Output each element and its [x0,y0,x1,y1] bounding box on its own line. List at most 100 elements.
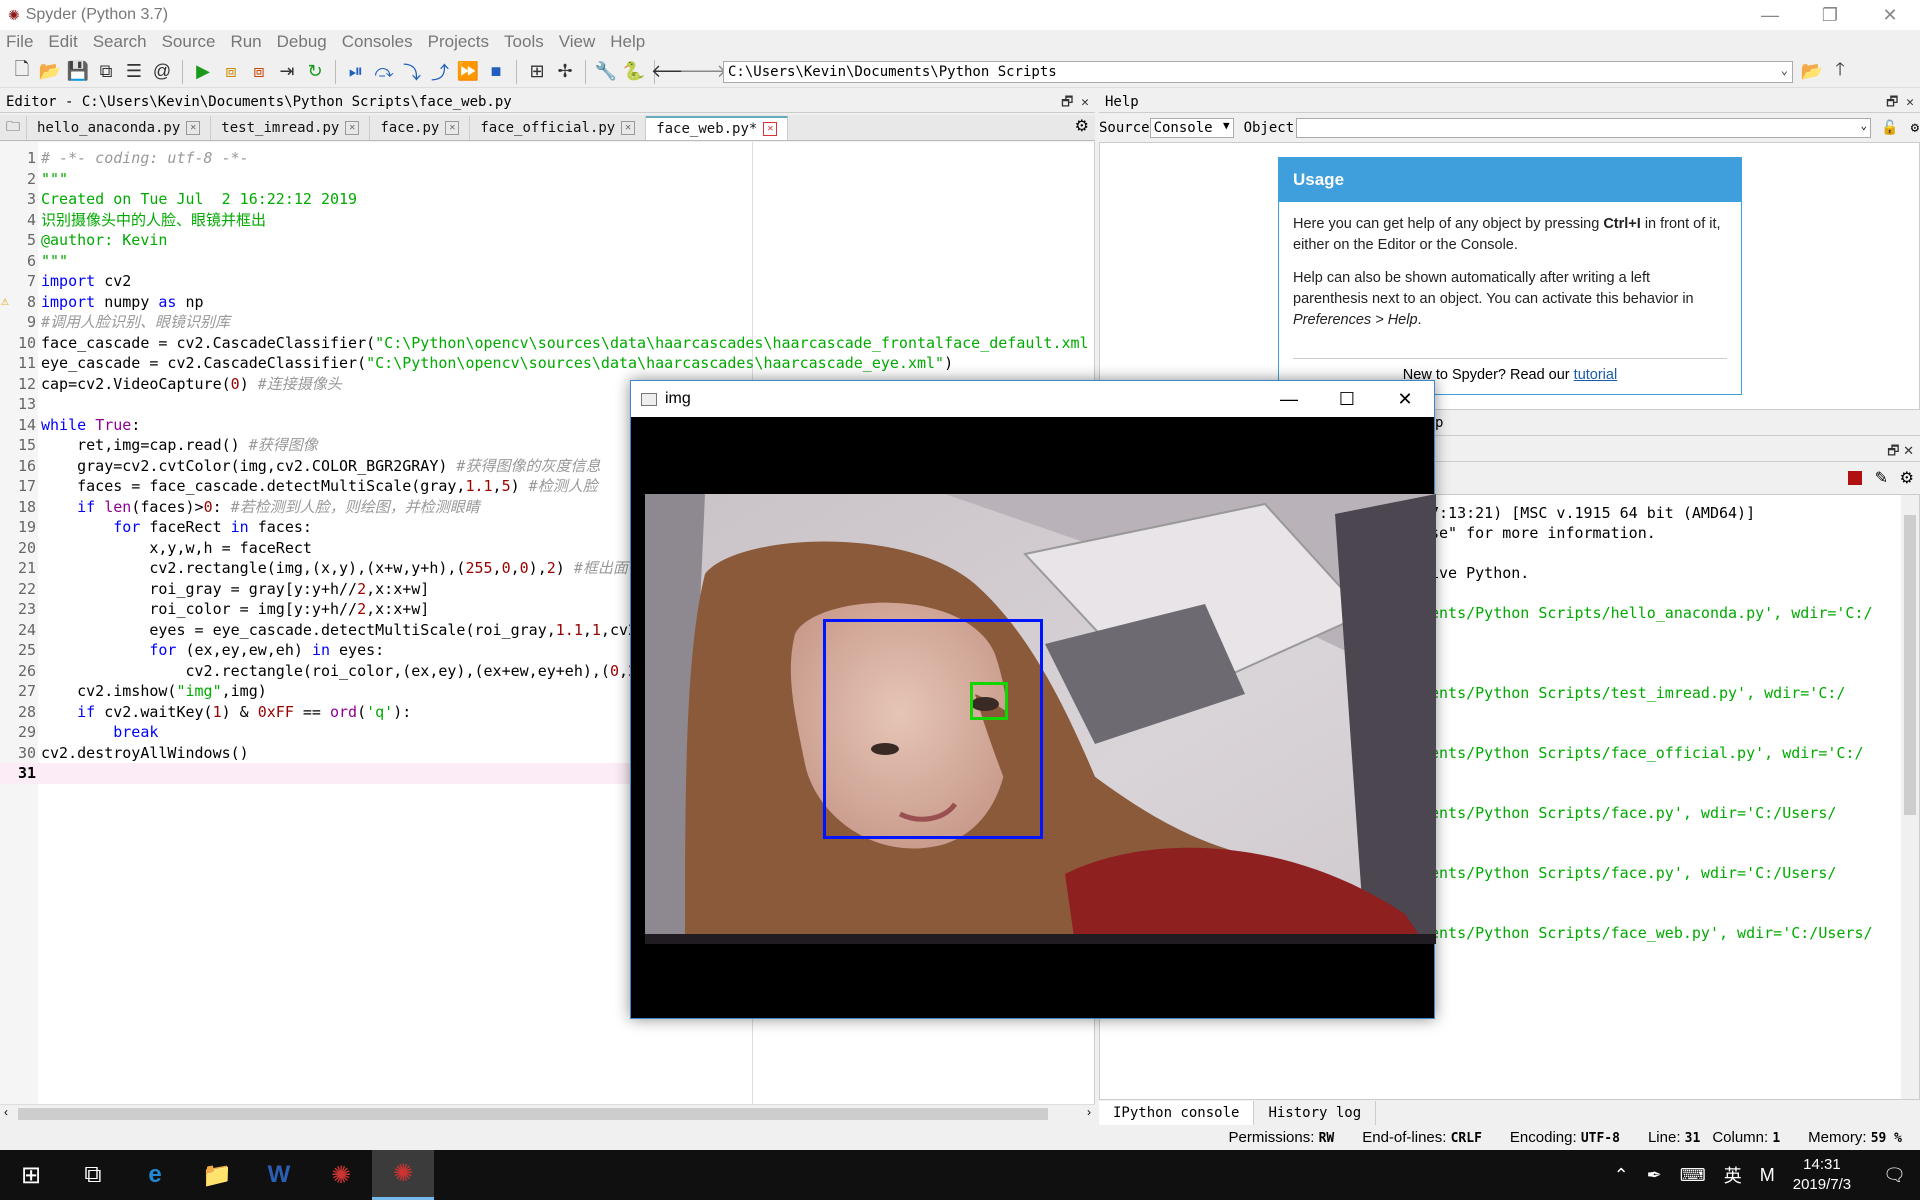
scrollbar-thumb[interactable] [1904,515,1916,815]
continue-icon[interactable]: ⏩ [457,61,479,83]
run-cell-icon[interactable]: ⧈ [220,61,242,83]
menu-debug[interactable]: Debug [277,32,327,52]
ime-indicator[interactable]: 英 [1724,1162,1742,1188]
file-explorer-icon[interactable]: 📁 [186,1150,248,1200]
chevron-up-icon[interactable]: ⌃ [1614,1165,1629,1186]
stop-kernel-icon[interactable] [1848,471,1862,485]
console-vertical-scrollbar[interactable] [1901,495,1919,1099]
scroll-left-icon[interactable]: ‹ [4,1105,8,1119]
tab-history-log[interactable]: History log [1254,1101,1377,1125]
menu-search[interactable]: Search [93,32,147,52]
pen-icon[interactable]: ✒ [1647,1165,1662,1186]
tab-test-imread[interactable]: test_imread.py ✕ [211,116,371,140]
restore-button[interactable]: ❐ [1800,5,1860,26]
minimize-button[interactable]: — [1740,5,1800,26]
ime-mode-indicator[interactable]: M [1760,1165,1775,1186]
fullscreen-icon[interactable]: ✢ [554,61,576,83]
task-view-icon[interactable]: ⧉ [62,1150,124,1200]
lock-icon[interactable]: 🔓 [1881,120,1898,136]
new-file-icon[interactable]: 🗋 [11,59,33,83]
scrollbar-thumb[interactable] [18,1108,1048,1120]
gear-icon[interactable]: ⚙ [1911,120,1919,136]
run-selection-icon[interactable]: ⇥ [276,61,298,83]
spyder-taskbar-icon-active[interactable]: ✺ [372,1150,434,1200]
save-icon[interactable]: 💾 [67,61,89,83]
undock-icon[interactable]: 🗗 [1886,95,1898,110]
tab-face-web[interactable]: face_web.py* ✕ [646,116,789,140]
menu-file[interactable]: File [6,32,33,52]
menu-run[interactable]: Run [230,32,261,52]
img-window[interactable]: img — ☐ ✕ [630,380,1436,1019]
tutorial-link[interactable]: tutorial [1574,367,1618,383]
menu-tools[interactable]: Tools [504,32,544,52]
step-icon[interactable]: ⤼ [373,61,395,83]
notification-icon[interactable]: 🗨 [1883,1165,1906,1186]
gear-icon[interactable]: ⚙ [1075,116,1089,136]
forward-arrow-icon[interactable]: 🡒 [679,61,727,83]
python-path-icon[interactable]: 🐍 [623,61,645,83]
close-tab-icon[interactable]: ✕ [445,121,460,135]
undock-icon[interactable]: 🗗 [1061,95,1073,110]
spyder-taskbar-icon[interactable]: ✺ [310,1150,372,1200]
rerun-icon[interactable]: ↻ [304,61,326,83]
close-tab-icon[interactable]: ✕ [186,121,201,135]
window-titlebar: ✺ Spyder (Python 3.7) — ❐ ✕ [0,0,1920,30]
stop-icon[interactable]: ■ [485,61,507,83]
tab-face-official[interactable]: face_official.py ✕ [470,116,647,140]
at-icon[interactable]: @ [151,61,173,83]
help-tab-partial[interactable]: p [1435,415,1443,431]
maximize-pane-icon[interactable]: ⊞ [526,61,548,83]
editor-horizontal-scrollbar[interactable]: ‹ › [0,1104,1095,1122]
console-line: se" for more information. [1430,524,1656,542]
close-tab-icon[interactable]: ✕ [621,121,636,135]
source-select[interactable]: Console ▼ [1149,118,1234,138]
close-pane-icon[interactable]: ✕ [1906,95,1914,110]
undock-icon[interactable]: 🗗 [1887,443,1899,458]
tab-hello-anaconda[interactable]: hello_anaconda.py ✕ [27,116,212,140]
step-into-icon[interactable]: ⤵ [401,61,423,83]
tab-ipython-console[interactable]: IPython console [1099,1101,1255,1125]
scroll-right-icon[interactable]: › [1087,1105,1091,1119]
img-window-titlebar[interactable]: img — ☐ ✕ [631,381,1434,417]
img-close-button[interactable]: ✕ [1376,389,1434,410]
working-directory-input[interactable]: C:\Users\Kevin\Documents\Python Scripts … [723,60,1793,83]
editor-path: Editor - C:\Users\Kevin\Documents\Python… [6,94,512,110]
menu-help[interactable]: Help [610,32,645,52]
status-line: Line: 31 [1647,1129,1701,1146]
img-minimize-button[interactable]: — [1260,389,1318,410]
browse-tabs-icon[interactable]: 🗀 [0,116,27,140]
save-all-icon[interactable]: ⧉ [95,61,117,83]
clock[interactable]: 14:31 2019/7/3 [1793,1155,1851,1195]
window-icon [641,392,657,406]
edge-browser-icon[interactable]: e [124,1150,186,1200]
browse-folder-icon[interactable]: 📂 [1801,61,1823,83]
object-input[interactable]: ⌄ [1296,118,1872,138]
step-return-icon[interactable]: ⤴ [429,61,451,83]
word-icon[interactable]: W [248,1150,310,1200]
close-button[interactable]: ✕ [1860,5,1920,26]
tab-face[interactable]: face.py ✕ [370,116,471,140]
menu-source[interactable]: Source [162,32,216,52]
close-pane-icon[interactable]: ✕ [1081,95,1089,110]
close-tab-icon[interactable]: ✕ [345,121,360,135]
run-icon[interactable]: ▶ [192,61,214,83]
menu-edit[interactable]: Edit [48,32,77,52]
open-folder-icon[interactable]: 📂 [39,61,61,83]
keyboard-icon[interactable]: ⌨ [1680,1165,1706,1186]
chevron-down-icon[interactable]: ⌄ [1781,63,1788,77]
list-icon[interactable]: ☰ [123,61,145,83]
menu-projects[interactable]: Projects [428,32,489,52]
preferences-wrench-icon[interactable]: 🔧 [595,61,617,83]
eraser-icon[interactable]: ✎ [1875,468,1888,488]
close-pane-icon[interactable]: ✕ [1903,443,1914,458]
menu-bar: File Edit Search Source Run Debug Consol… [0,30,1920,54]
gear-icon[interactable]: ⚙ [1900,468,1914,488]
run-cell-advance-icon[interactable]: ⧈ [248,61,270,83]
menu-consoles[interactable]: Consoles [342,32,413,52]
menu-view[interactable]: View [559,32,596,52]
windows-start-icon[interactable]: ⊞ [0,1150,62,1200]
close-tab-icon[interactable]: ✕ [763,122,778,136]
parent-dir-icon[interactable]: 🡑 [1829,59,1851,83]
img-maximize-button[interactable]: ☐ [1318,389,1376,410]
debug-icon[interactable]: ⏯ [345,61,367,83]
